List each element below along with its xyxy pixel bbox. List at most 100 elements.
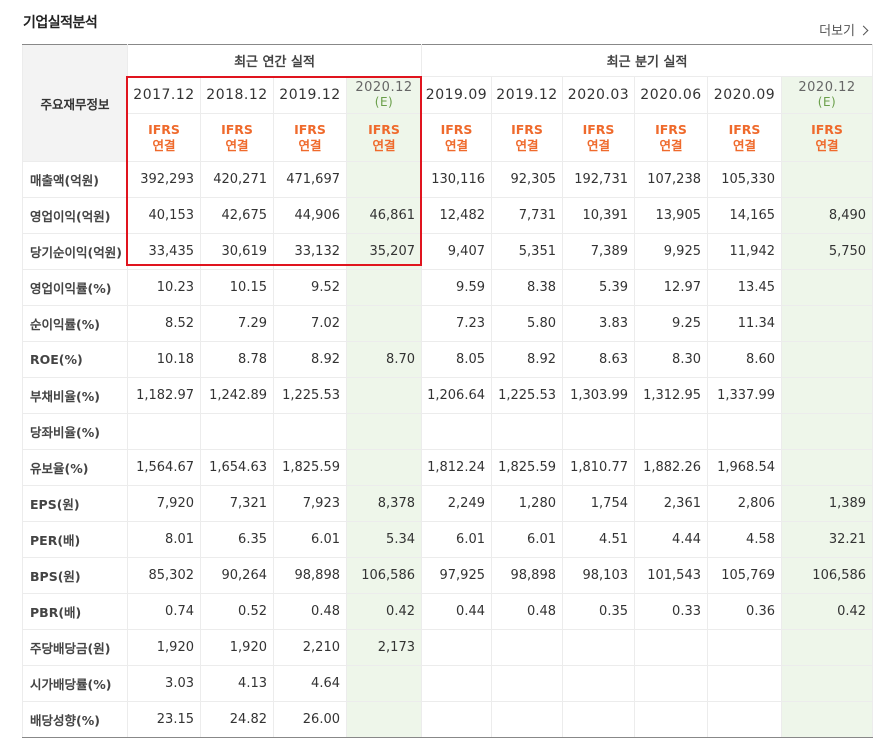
table-cell: 24.82 [200, 701, 274, 738]
ifrs-label: IFRS [655, 121, 687, 137]
table-cell [346, 269, 422, 306]
table-cell [780, 701, 874, 738]
table-cell: 33,132 [273, 233, 347, 270]
table-cell [780, 161, 874, 198]
table-cell: 471,697 [273, 161, 347, 198]
table-cell: 2,210 [273, 629, 347, 666]
table-cell: 10.18 [127, 341, 201, 378]
table-cell: 4.51 [562, 521, 635, 558]
consolidated-label: 연결 [225, 137, 249, 153]
corner-header: 주요재무정보 [22, 44, 128, 162]
table-cell: 10.23 [127, 269, 201, 306]
period-row: 2017.12 2018.12 2019.12 2020.12 (E) 2019.09 20… [23, 76, 874, 114]
table-row: 부채비율(%) 1,182.97 1,242.89 1,225.53 1,206.64 1… [22, 377, 874, 414]
table-cell [780, 269, 874, 306]
table-cell: 42,675 [200, 197, 274, 234]
ifrs-header: IFRS 연결 [273, 113, 347, 162]
row-label: 매출액(억원) [22, 161, 128, 198]
table-cell: 1,654.63 [200, 449, 274, 486]
table-cell: 2,249 [421, 485, 492, 522]
table-cell: 4.58 [707, 521, 782, 558]
table-cell: 4.13 [200, 665, 274, 702]
table-cell: 5.39 [562, 269, 635, 306]
table-cell: 1,206.64 [421, 377, 492, 414]
table-cell [127, 413, 201, 450]
table-cell: 106,586 [780, 557, 874, 594]
table-cell: 13.45 [707, 269, 782, 306]
period-date: 2020.12 [355, 80, 413, 95]
table-cell [562, 701, 635, 738]
table-cell: 3.03 [127, 665, 201, 702]
table-row: 영업이익률(%) 10.23 10.15 9.52 9.59 8.38 5.39 12.97 1… [22, 269, 874, 306]
table-cell [562, 629, 635, 666]
table-cell: 7,731 [491, 197, 563, 234]
table-cell: 92,305 [491, 161, 563, 198]
ifrs-header: IFRS 연결 [707, 113, 782, 162]
table-cell: 1,242.89 [200, 377, 274, 414]
table-cell: 1,882.26 [634, 449, 708, 486]
table-cell: 1,564.67 [127, 449, 201, 486]
table-cell: 1,182.97 [127, 377, 201, 414]
consolidated-label: 연결 [586, 137, 610, 153]
group-header-quarter: 최근 분기 실적 [420, 44, 874, 77]
table-cell: 6.01 [421, 521, 492, 558]
table-cell: 9.25 [634, 305, 708, 342]
ifrs-header: IFRS 연결 [491, 113, 563, 162]
ifrs-label: IFRS [294, 121, 326, 137]
table-cell: 12,482 [421, 197, 492, 234]
ifrs-label: IFRS [368, 121, 400, 137]
table-cell: 1,825.59 [491, 449, 563, 486]
more-link-label: 더보기 [819, 24, 855, 39]
table-row: 순이익률(%) 8.52 7.29 7.02 7.23 5.80 3.83 9.25 11.34 [22, 305, 874, 342]
row-label: 유보율(%) [22, 449, 128, 486]
table-cell [780, 629, 874, 666]
table-cell [634, 665, 708, 702]
table-cell: 5.80 [491, 305, 563, 342]
period-header: 2020.03 [562, 76, 635, 114]
table-cell [491, 665, 563, 702]
table-cell: 23.15 [127, 701, 201, 738]
table-row: 당기순이익(억원) 33,435 30,619 33,132 35,207 9,407 5,… [22, 233, 874, 270]
table-cell [421, 629, 492, 666]
row-label: 부채비율(%) [22, 377, 128, 414]
table-row: 영업이익(억원) 40,153 42,675 44,906 46,861 12,482 7,… [22, 197, 874, 234]
table-cell: 11,942 [707, 233, 782, 270]
period-header: 2018.12 [200, 76, 274, 114]
table-cell [346, 161, 422, 198]
table-cell [346, 449, 422, 486]
table-cell [707, 665, 782, 702]
table-cell: 0.48 [273, 593, 347, 630]
period-date: 2019.09 [425, 87, 488, 103]
more-link[interactable]: 더보기 [819, 20, 869, 39]
consolidated-label: 연결 [515, 137, 539, 153]
table-cell: 130,116 [421, 161, 492, 198]
table-cell [634, 413, 708, 450]
table-cell: 5,750 [780, 233, 874, 270]
table-row: PER(배) 8.01 6.35 6.01 5.34 6.01 6.01 4.51 4.44 4.… [22, 521, 874, 558]
table-cell: 101,543 [634, 557, 708, 594]
ifrs-header: IFRS 연결 [127, 113, 201, 162]
table-cell: 8.63 [562, 341, 635, 378]
consolidated-label: 연결 [815, 137, 839, 153]
period-date: 2020.06 [640, 87, 702, 103]
table-cell [200, 413, 274, 450]
row-label: PER(배) [22, 521, 128, 558]
table-cell: 8.60 [707, 341, 782, 378]
table-cell: 9.59 [421, 269, 492, 306]
ifrs-header: IFRS 연결 [346, 113, 422, 162]
table-cell: 7,920 [127, 485, 201, 522]
table-cell: 30,619 [200, 233, 274, 270]
table-cell: 6.01 [273, 521, 347, 558]
period-header: 2020.06 [634, 76, 708, 114]
table-cell: 8.78 [200, 341, 274, 378]
ifrs-row: IFRS 연결 IFRS 연결 IFRS 연결 IFRS 연결 IFRS 연결 IFRS 연결 IFRS… [23, 113, 874, 162]
table-cell [491, 413, 563, 450]
table-cell: 1,337.99 [707, 377, 782, 414]
table-cell: 11.34 [707, 305, 782, 342]
table-cell: 0.48 [491, 593, 563, 630]
table-cell: 7.29 [200, 305, 274, 342]
table-cell: 6.01 [491, 521, 563, 558]
table-row: 유보율(%) 1,564.67 1,654.63 1,825.59 1,812.24 1,… [22, 449, 874, 486]
ifrs-header: IFRS 연결 [562, 113, 635, 162]
table-cell [780, 449, 874, 486]
